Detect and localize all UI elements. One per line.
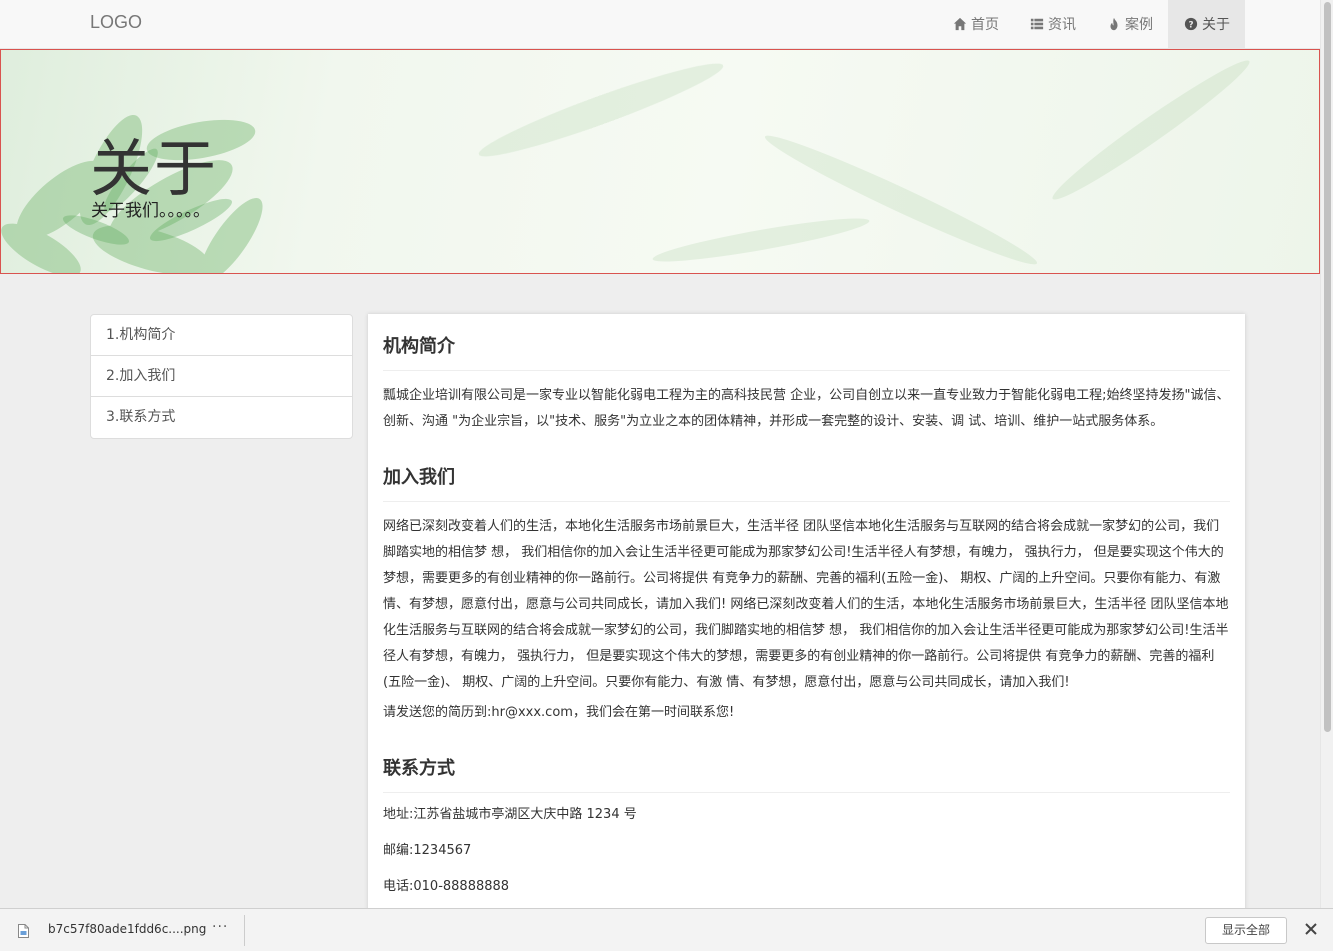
fire-icon [1106, 16, 1122, 32]
resume-paragraph: 请发送您的简历到:hr@xxx.com，我们会在第一时间联系您! [383, 705, 735, 720]
download-filename[interactable]: b7c57f80ade1fdd6c....png [48, 922, 206, 936]
nav-item-label: 案例 [1125, 17, 1153, 33]
nav-menu: 首页 资讯 案例 ? 关于 [937, 0, 1245, 48]
contact-postcode: 邮编:1234567 [383, 843, 472, 858]
show-all-button[interactable]: 显示全部 [1205, 917, 1287, 944]
close-icon[interactable] [1303, 921, 1319, 937]
nav-item-label: 首页 [971, 17, 999, 33]
contact-address: 地址:江苏省盐城市亭湖区大庆中路 1234 号 [383, 807, 637, 822]
home-icon [952, 16, 968, 32]
sidebar-item-intro[interactable]: 1.机构简介 [91, 315, 352, 356]
sidebar-list: 1.机构简介 2.加入我们 3.联系方式 [90, 314, 353, 439]
page-scrollbar[interactable] [1320, 0, 1333, 908]
divider [244, 915, 245, 946]
contact-phone: 电话:010-88888888 [383, 879, 510, 894]
sidebar-item-contact[interactable]: 3.联系方式 [91, 397, 352, 438]
section-heading-join: 加入我们 [383, 445, 1230, 502]
banner-title: 关于 [90, 132, 219, 205]
question-circle-icon: ? [1183, 16, 1199, 32]
scrollbar-thumb[interactable] [1324, 2, 1331, 732]
svg-text:?: ? [1188, 21, 1193, 31]
nav-item-news[interactable]: 资讯 [1014, 0, 1091, 48]
nav-item-label: 资讯 [1048, 17, 1076, 33]
join-paragraph: 网络已深刻改变着人们的生活，本地化生活服务市场前景巨大，生活半径 团队坚信本地化… [383, 519, 1229, 690]
main-content: 机构简介 瓢城企业培训有限公司是一家专业以智能化弱电工程为主的高科技民营 企业，… [368, 314, 1245, 914]
intro-paragraph: 瓢城企业培训有限公司是一家专业以智能化弱电工程为主的高科技民营 企业，公司自创立… [383, 388, 1230, 429]
section-heading-contact: 联系方式 [383, 736, 1230, 793]
banner-subtitle: 关于我们。。。。。 [91, 201, 210, 221]
banner: 关于 关于我们。。。。。 [0, 49, 1320, 274]
sidebar-item-join[interactable]: 2.加入我们 [91, 356, 352, 397]
file-icon [18, 924, 29, 938]
nav-item-home[interactable]: 首页 [937, 0, 1014, 48]
logo[interactable]: LOGO [90, 12, 142, 33]
section-heading-intro: 机构简介 [383, 314, 1230, 371]
nav-item-about[interactable]: ? 关于 [1168, 0, 1245, 48]
download-bar: b7c57f80ade1fdd6c....png ··· 显示全部 [0, 908, 1333, 951]
nav-item-label: 关于 [1202, 17, 1230, 33]
navbar: LOGO 首页 资讯 案例 ? 关于 [0, 0, 1320, 49]
nav-item-cases[interactable]: 案例 [1091, 0, 1168, 48]
list-icon [1029, 16, 1045, 32]
more-options-icon[interactable]: ··· [212, 919, 228, 935]
